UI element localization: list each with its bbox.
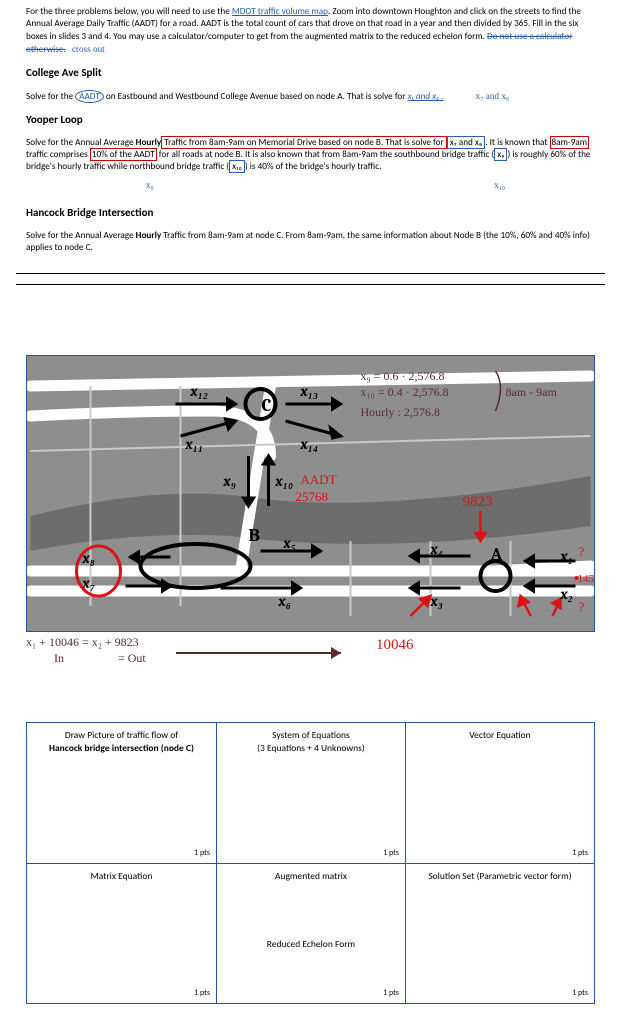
box-x9: x₉	[494, 148, 507, 161]
var-x13: x₁₃	[300, 382, 319, 400]
annot-aadt: AADT	[301, 472, 337, 487]
college-body: Solve for the AADT on Eastbound and West…	[26, 90, 595, 103]
box-x7x8: x₇ and x₈	[447, 136, 485, 149]
var-x12: x₁₂	[190, 382, 209, 400]
annot-q2: ?	[579, 599, 585, 614]
var-x2: x₂	[560, 585, 573, 603]
annot-eq4: 8am - 9am	[506, 385, 558, 399]
intro-pre: For the three problems below, you will n…	[26, 6, 232, 17]
label-a: A	[490, 544, 503, 565]
annot-9823: 9823	[463, 494, 493, 510]
var-x9: x₉	[223, 472, 236, 490]
cell-augmented: Augmented matrix Reduced Echelon Form 1 …	[216, 863, 405, 1003]
annot-valaadt: 25768	[296, 489, 329, 504]
hancock-title: Hancock Bridge Intersection	[26, 206, 595, 221]
intro-paragraph: For the three problems below, you will n…	[26, 6, 595, 57]
divider-2	[16, 284, 605, 285]
box-x10: x₁₀	[229, 160, 245, 173]
traffic-map: x₁₂ x₁₃ x₁₁ x₁₄ x₉ x₁₀ x₅ x₆ x₈ x₇ x₄ x₃…	[26, 355, 595, 632]
mdot-link[interactable]: MDOT traffic volume map	[232, 6, 328, 17]
annot-14512-map: 14512	[578, 573, 595, 585]
label-b: B	[249, 525, 260, 546]
yooper-title: Yooper Loop	[26, 113, 595, 128]
var-x3: x₃	[430, 592, 443, 610]
var-x4: x₄	[430, 540, 443, 558]
label-c: C	[262, 395, 272, 416]
var-x6: x₆	[278, 592, 291, 610]
var-x7: x₇	[82, 574, 95, 592]
cell-vector: Vector Equation 1 pts	[405, 723, 594, 863]
annot-10046: 10046	[376, 635, 414, 655]
annot-eq2: x₁₀ = 0.4 · 2,576.8	[361, 385, 449, 399]
annot-q1: ?	[579, 544, 585, 559]
annot-inout2: In	[54, 650, 64, 666]
annot-inout1: x₁ + 10046 = x₂ + 9823	[26, 634, 139, 650]
cell-picture: Draw Picture of traffic flow of Hancock …	[27, 723, 216, 863]
divider-1	[16, 273, 605, 274]
var-x8: x₈	[82, 549, 95, 567]
annot-crossout: cross out	[72, 44, 105, 54]
college-vars: x₁ and x₂ .	[408, 91, 444, 102]
answer-grid: Draw Picture of traffic flow of Hancock …	[26, 722, 595, 1004]
cell-system: System of Equations (3 Equations + 4 Unk…	[216, 723, 405, 863]
hancock-body: Solve for the Annual Average Hourly Traf…	[26, 230, 595, 255]
annot-x9: x₉	[146, 179, 154, 191]
var-x14: x₁₄	[300, 435, 319, 453]
var-x1: x₁	[560, 547, 573, 565]
map-svg: x₁₂ x₁₃ x₁₁ x₁₄ x₉ x₁₀ x₅ x₆ x₈ x₇ x₄ x₃…	[27, 356, 594, 631]
annot-eq1: x₉ = 0.6 · 2,576.8	[361, 369, 445, 383]
var-x5: x₅	[283, 534, 296, 552]
annot-x10: x₁₀	[494, 179, 505, 191]
annot-x7x8-top: x₇ and x₈	[476, 91, 509, 101]
yooper-body: Solve for the Annual Average Hourly Traf…	[26, 137, 595, 174]
aadt-circle: AADT	[75, 90, 104, 103]
cell-solution: Solution Set (Parametric vector form) 1 …	[405, 863, 594, 1003]
cell-matrix: Matrix Equation 1 pts	[27, 863, 216, 1003]
annot-eq3: Hourly : 2,576.8	[361, 405, 440, 419]
college-title: College Ave Split	[26, 66, 595, 81]
var-x10: x₁₀	[275, 472, 294, 490]
annot-inout3: = Out	[118, 650, 146, 666]
var-x11: x₁₁	[185, 435, 204, 453]
